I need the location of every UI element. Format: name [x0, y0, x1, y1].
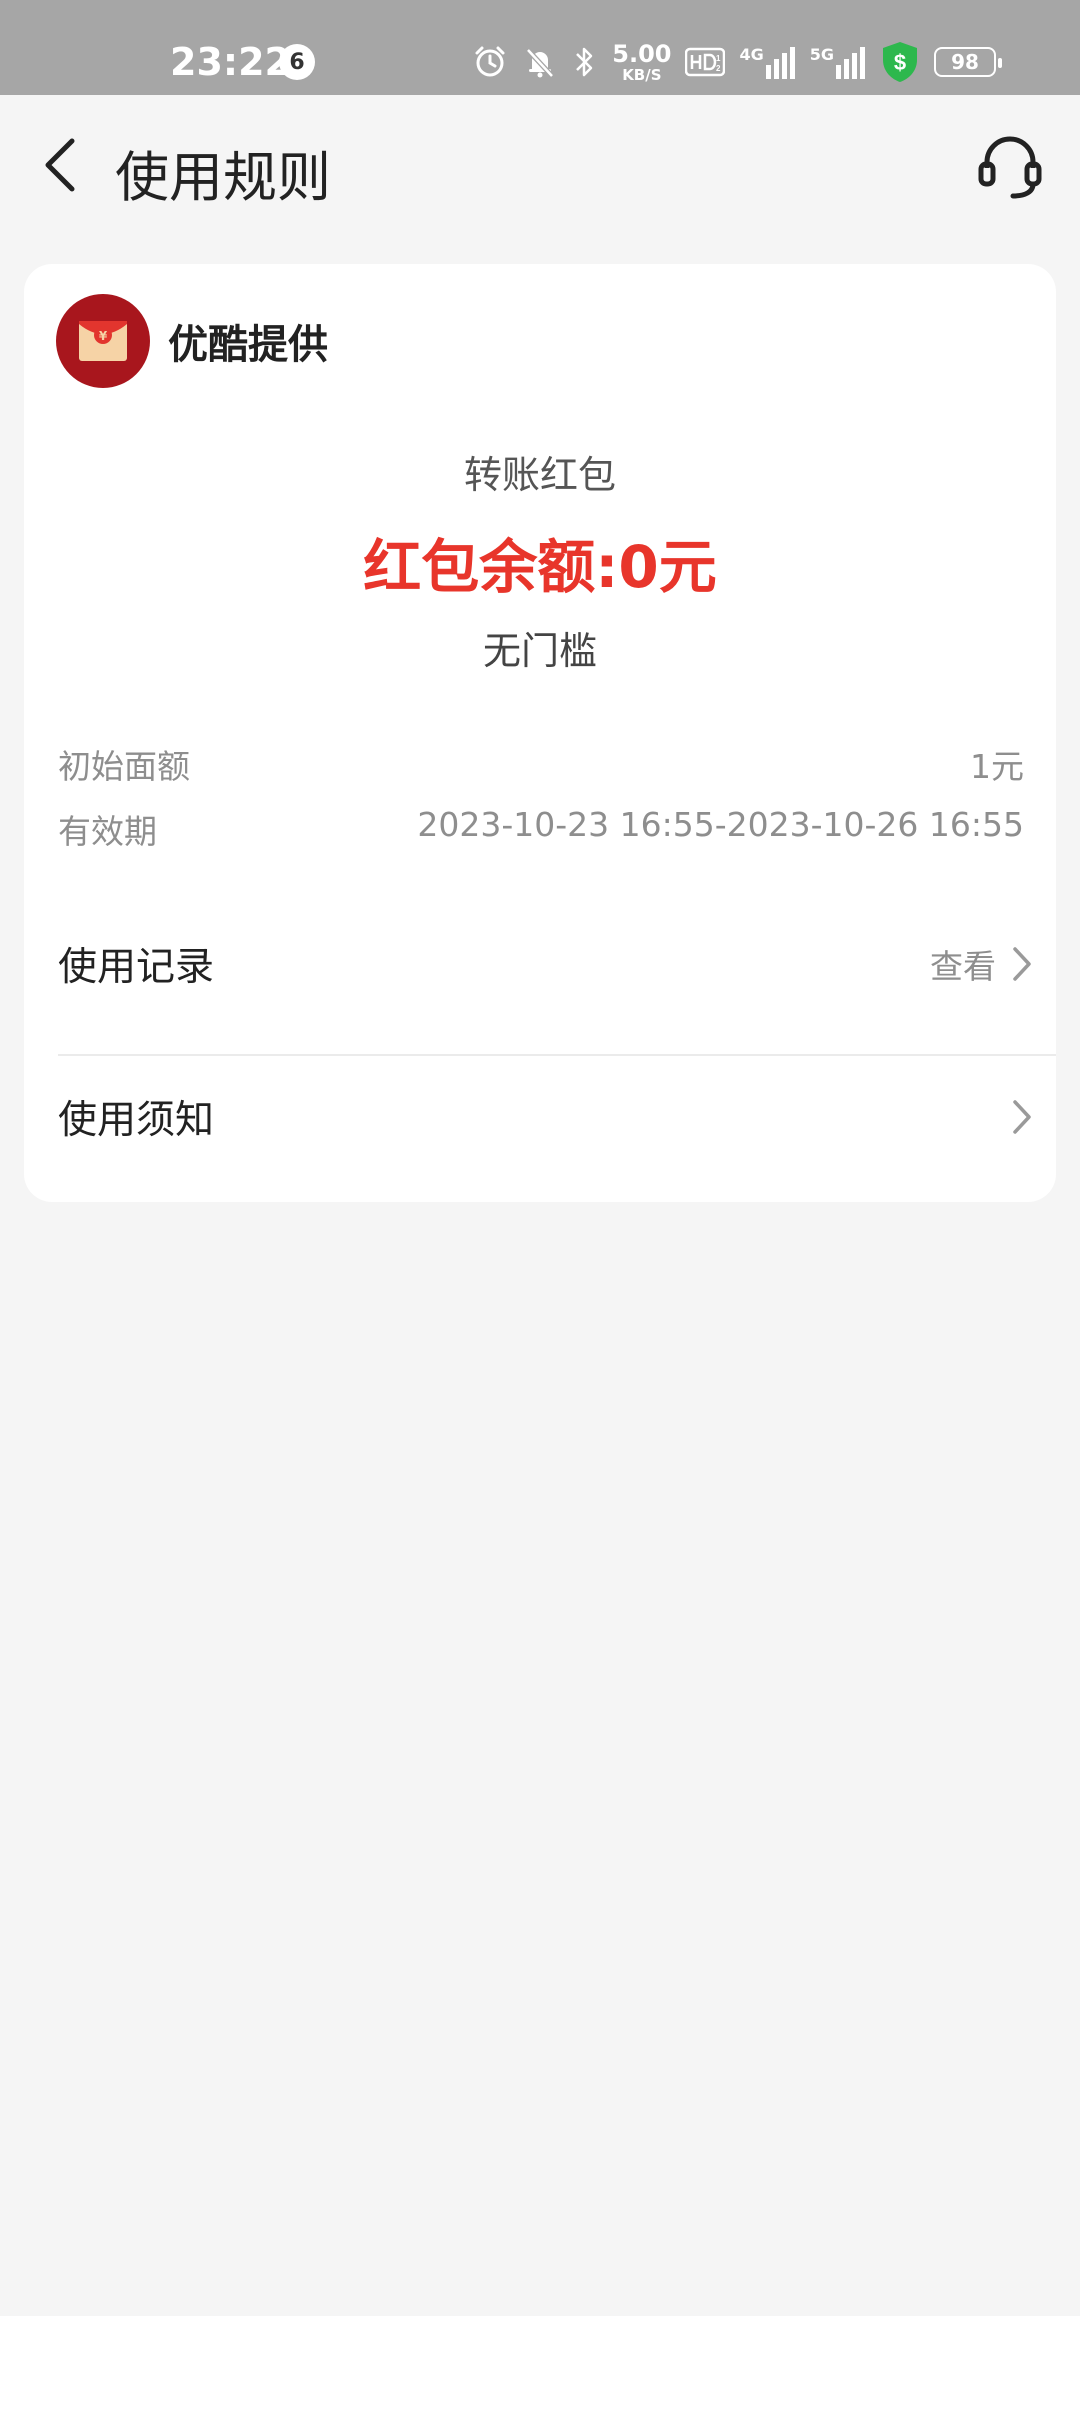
initial-amount-value: 1元 — [970, 747, 1024, 786]
usage-threshold: 无门槛 — [482, 629, 597, 673]
battery-icon: 98 — [934, 47, 1002, 77]
security-shield-icon: $ — [880, 40, 920, 84]
red-packet-card: ¥ 优酷提供 转账红包 红包余额:0元 无门槛 初始面额 1元 有效期 2023… — [24, 264, 1056, 1202]
bell-muted-icon — [522, 44, 558, 80]
status-icons: 5.00 KB/S 1 2 4G 5G $ 98 — [472, 36, 1002, 88]
red-packet-logo-icon: ¥ — [56, 294, 150, 388]
validity-row: 有效期 2023-10-23 16:55-2023-10-26 16:55 — [58, 805, 1024, 853]
notification-count-badge: 6 — [279, 44, 315, 80]
svg-text:1: 1 — [716, 54, 721, 63]
svg-text:¥: ¥ — [99, 329, 108, 343]
usage-records-label: 使用记录 — [58, 945, 215, 990]
headset-icon — [978, 136, 1042, 199]
alarm-icon — [472, 44, 508, 80]
usage-records-link[interactable]: 查看 — [930, 940, 1034, 988]
signal-2-type: 5G — [809, 45, 834, 64]
usage-notice-row[interactable]: 使用须知 — [58, 1067, 1034, 1167]
packet-type: 转账红包 — [463, 453, 616, 497]
provider-name: 优酷提供 — [168, 322, 328, 368]
provider-info: ¥ 优酷提供 — [56, 294, 328, 388]
signal-1-type: 4G — [739, 45, 764, 64]
net-speed-value: 5.00 — [612, 39, 672, 68]
net-speed-unit: KB/S — [622, 65, 662, 84]
status-bar: 23:22 6 5.00 KB/S 1 2 4G 5G $ 98 — [0, 0, 1080, 95]
bottom-navigation-area — [0, 2316, 1080, 2412]
bluetooth-icon — [572, 44, 598, 80]
page-title: 使用规则 — [115, 146, 331, 209]
balance-amount: 红包余额:0元 — [363, 533, 717, 601]
customer-service-button[interactable] — [970, 125, 1050, 205]
status-time: 23:22 — [170, 40, 291, 84]
svg-text:2: 2 — [716, 64, 721, 73]
network-speed: 5.00 KB/S — [612, 42, 671, 83]
chevron-right-icon — [1013, 1100, 1031, 1134]
usage-records-row[interactable]: 使用记录 查看 — [58, 914, 1034, 1014]
usage-notice-arrow[interactable] — [1010, 1097, 1034, 1137]
signal-icon-2: 5G — [810, 45, 866, 79]
signal-icon-1: 4G — [739, 45, 795, 79]
title-bar: 使用规则 — [0, 95, 1080, 240]
initial-amount-label: 初始面额 — [58, 747, 190, 786]
usage-notice-label: 使用须知 — [58, 1098, 215, 1143]
svg-text:$: $ — [894, 50, 906, 75]
chevron-right-icon — [1013, 947, 1031, 981]
validity-value: 2023-10-23 16:55-2023-10-26 16:55 — [417, 805, 1024, 844]
divider — [58, 1054, 1056, 1056]
back-button[interactable] — [30, 130, 90, 200]
initial-amount-row: 初始面额 1元 — [58, 740, 1024, 788]
view-link[interactable]: 查看 — [930, 940, 996, 988]
hd-icon: 1 2 — [685, 47, 726, 77]
chevron-left-icon — [45, 138, 75, 192]
validity-label: 有效期 — [58, 812, 157, 851]
